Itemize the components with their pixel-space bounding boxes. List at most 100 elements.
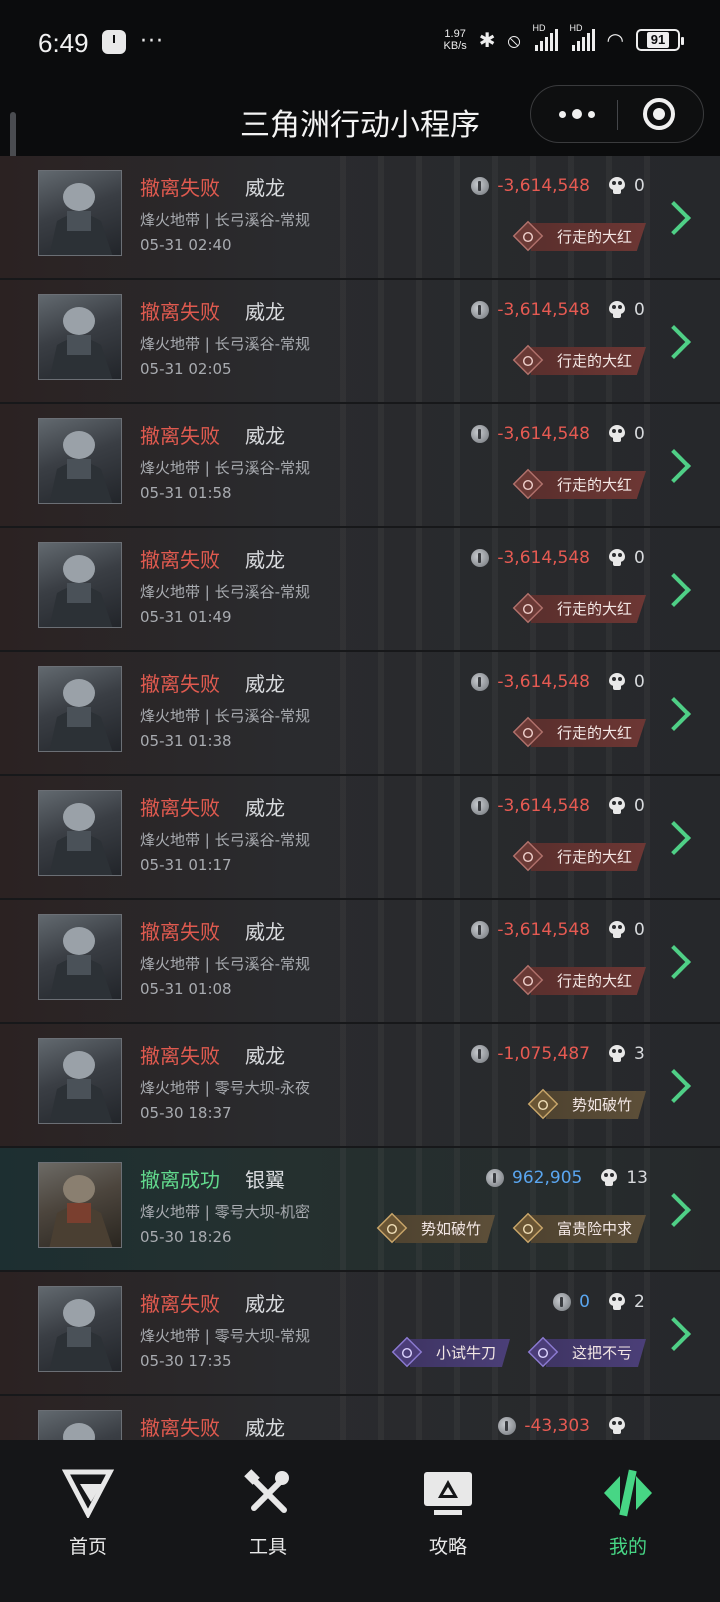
coin-icon [471,673,490,691]
badge-label: 小试牛刀 [409,1339,510,1367]
operator-avatar [38,666,122,752]
chevron-right-icon[interactable] [662,820,684,856]
badge-label: 势如破竹 [394,1215,495,1243]
dot-icon [572,109,582,119]
badge-label: 行走的大红 [530,719,646,747]
chevron-right-icon[interactable] [662,448,684,484]
match-record-row[interactable]: 撤离失败 威龙 烽火地带 | 长弓溪谷-常规 05-31 01:08 -3,614,54… [0,900,720,1024]
match-record-row[interactable]: 撤离失败 威龙 烽火地带 | 长弓溪谷-常规 05-31 02:05 -3,614,54… [0,280,720,404]
chevron-right-icon[interactable] [662,572,684,608]
status-bar: 6:49 ··· 1.97 KB/s ✱ ⦸ HD HD ◠ 91 [0,0,720,86]
map-mode: 烽火地带 | 长弓溪谷-常规 [140,211,311,229]
kill-count: 0 [634,300,645,320]
background-decoration [340,1272,660,1394]
chevron-right-icon[interactable] [662,324,684,360]
match-record-row[interactable]: 撤离成功 银翼 烽火地带 | 零号大坝-机密 05-30 18:26 962,905 13… [0,1148,720,1272]
skull-icon [608,425,626,443]
extraction-status: 撤离失败 [140,176,220,200]
match-time: 05-31 01:58 [140,484,232,502]
mute-icon: ⦸ [507,28,521,52]
extraction-status: 撤离失败 [140,920,220,944]
asset-value: -43,303 [524,1416,590,1436]
match-record-row[interactable]: 撤离失败 威龙 烽火地带 | 长弓溪谷-常规 05-31 01:49 -3,614,54… [0,528,720,652]
coin-icon [471,921,490,939]
background-decoration [340,280,660,402]
chevron-right-icon[interactable] [662,200,684,236]
achievement-badge: 小试牛刀 [391,1336,510,1368]
tab-tools[interactable]: 工具 [208,1468,328,1568]
match-record-row[interactable]: 撤离失败 威龙 烽火地带 | 零号大坝-永夜 05-30 18:37 -1,075,48… [0,1024,720,1148]
operator-avatar [38,294,122,380]
network-speed: 1.97 KB/s [443,28,467,52]
chevron-right-icon[interactable] [662,1068,684,1104]
match-stats: 02 [553,1292,648,1312]
match-stats: -1,075,487 3 [471,1044,648,1064]
operator-avatar [38,790,122,876]
close-miniprogram-button[interactable] [643,98,675,130]
match-time: 05-31 01:38 [140,732,232,750]
chevron-right-icon[interactable] [662,944,684,980]
badge-label: 行走的大红 [530,223,646,251]
coin-icon [498,1417,517,1435]
chevron-right-icon[interactable] [662,1192,684,1228]
more-options-button[interactable] [555,99,599,129]
title-bar: 三角洲行动小程序 [0,85,720,156]
skull-icon [608,921,626,939]
chevron-right-icon[interactable] [662,696,684,732]
match-time: 05-30 18:26 [140,1228,232,1246]
tab-guide[interactable]: 攻略 [388,1468,508,1568]
skull-icon [608,673,626,691]
coin-icon [471,549,490,567]
match-time: 05-30 17:35 [140,1352,232,1370]
background-decoration [340,404,660,526]
background-decoration [340,900,660,1022]
guide-monitor-icon [422,1468,474,1518]
skull-icon [608,1293,626,1311]
dot-icon [588,110,595,118]
operator-avatar [38,1038,122,1124]
asset-value: 0 [579,1292,590,1312]
battery-icon: 91 [636,29,684,51]
tab-mine[interactable]: 我的 [568,1468,688,1568]
match-record-row[interactable]: 撤离失败 威龙 烽火地带 | 长弓溪谷-常规 05-31 02:40 -3,614,54… [0,156,720,280]
match-record-row[interactable]: 撤离失败 威龙 烽火地带 | 长弓溪谷-常规 05-31 01:17 -3,614,54… [0,776,720,900]
kill-count: 3 [634,1044,645,1064]
skull-icon [608,797,626,815]
asset-value: -3,614,548 [497,176,590,196]
match-record-row[interactable]: 撤离失败 威龙 烽火地带 | 长弓溪谷-常规 05-31 01:58 -3,614,54… [0,404,720,528]
tools-icon [242,1468,294,1518]
achievement-badge: 行走的大红 [512,964,646,996]
badge-label: 行走的大红 [530,967,646,995]
match-time: 05-31 01:49 [140,608,232,626]
coin-icon [471,177,490,195]
badge-label: 富贵险中求 [530,1215,646,1243]
map-mode: 烽火地带 | 零号大坝-永夜 [140,1079,311,1097]
achievement-badge: 行走的大红 [512,592,646,624]
match-record-row[interactable]: 撤离失败 威龙 烽火地带 | 零号大坝-常规 05-30 17:35 0 2 小试牛刀 这把不… [0,1272,720,1396]
match-record-row[interactable]: 撤离失败 威龙 -43,303 [0,1396,720,1440]
extraction-status: 撤离失败 [140,672,220,696]
operator-name: 威龙 [245,672,285,696]
status-right-icons: 1.97 KB/s ✱ ⦸ HD HD ◠ 91 [443,23,684,52]
match-record-row[interactable]: 撤离失败 威龙 烽火地带 | 长弓溪谷-常规 05-31 01:38 -3,614,54… [0,652,720,776]
operator-name: 威龙 [245,796,285,820]
extraction-status: 撤离失败 [140,796,220,820]
capsule-divider [617,100,618,130]
match-stats: -3,614,548 0 [471,300,648,320]
tab-home[interactable]: 首页 [28,1468,148,1568]
miniprogram-capsule [530,85,704,143]
skull-icon [608,1045,626,1063]
operator-avatar [38,1286,122,1372]
operator-name: 威龙 [245,424,285,448]
tab-label: 我的 [608,1536,647,1558]
status-time: 6:49 [38,28,89,58]
background-decoration [340,528,660,650]
badge-list: 行走的大红 [512,344,646,376]
coin-icon [471,797,490,815]
extraction-status: 撤离失败 [140,1044,220,1068]
skull-icon [608,177,626,195]
match-record-list[interactable]: 撤离失败 威龙 烽火地带 | 长弓溪谷-常规 05-31 02:40 -3,614,54… [0,156,720,1440]
asset-value: -3,614,548 [497,796,590,816]
coin-icon [553,1293,572,1311]
chevron-right-icon[interactable] [662,1316,684,1352]
